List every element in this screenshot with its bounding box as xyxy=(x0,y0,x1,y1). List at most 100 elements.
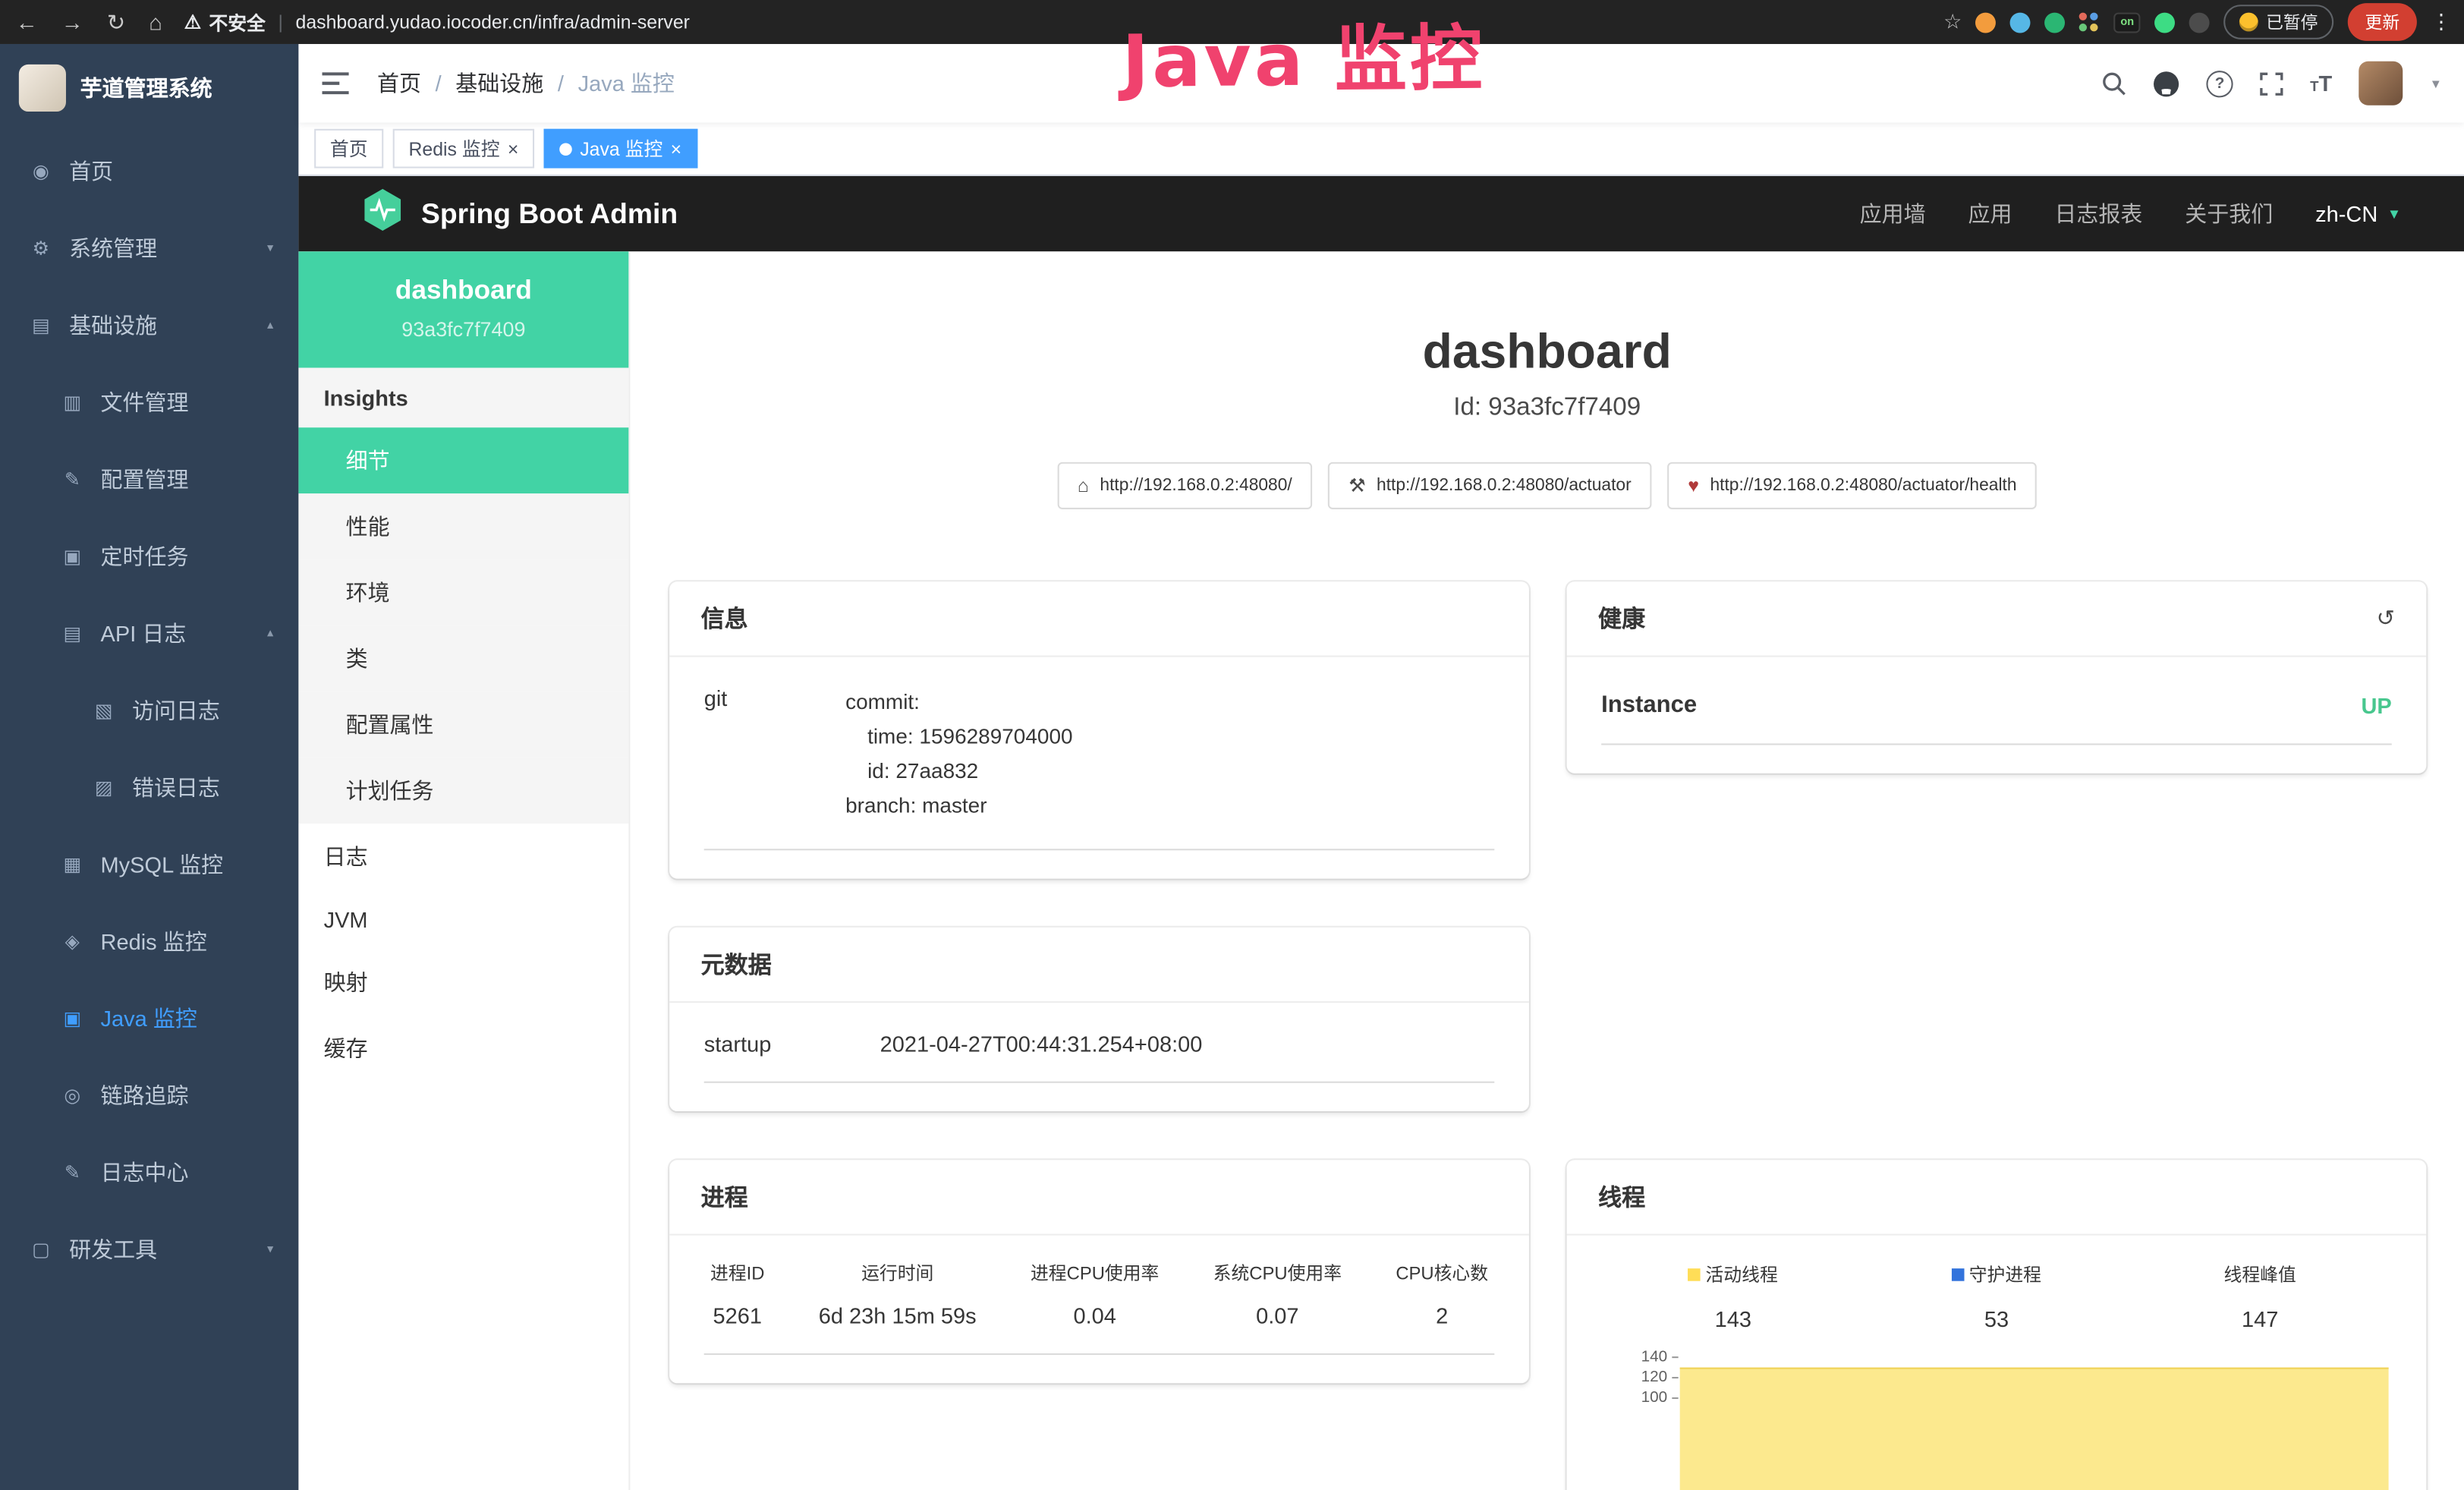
search-icon[interactable] xyxy=(2101,71,2126,96)
sba-menu-scheduled-tasks[interactable]: 计划任务 xyxy=(298,758,628,824)
breadcrumb-infrastructure[interactable]: 基础设施 xyxy=(455,68,543,99)
security-warning[interactable]: ⚠ 不安全 xyxy=(184,8,266,35)
ext-puzzle-icon[interactable] xyxy=(2189,12,2210,33)
service-url-link[interactable]: ⌂ http://192.168.0.2:48080/ xyxy=(1057,462,1313,509)
reload-icon[interactable]: ↻ xyxy=(107,8,125,35)
sba-menu-classes[interactable]: 类 xyxy=(298,625,628,691)
sidebar-item-config-management[interactable]: ✎ 配置管理 xyxy=(0,440,298,517)
sidebar-item-java-monitor[interactable]: ▣ Java 监控 xyxy=(0,979,298,1056)
sba-menu-mappings[interactable]: 映射 xyxy=(298,950,628,1016)
sidebar-item-trace[interactable]: ◎ 链路追踪 xyxy=(0,1057,298,1133)
help-icon[interactable]: ? xyxy=(2206,70,2233,96)
doc-icon: ▧ xyxy=(91,698,116,720)
file-icon: ▥ xyxy=(60,391,85,413)
actuator-url-link[interactable]: ⚒ http://192.168.0.2:48080/actuator xyxy=(1328,462,1651,509)
bookmark-star-icon[interactable]: ☆ xyxy=(1943,9,1962,34)
history-icon[interactable]: ↺ xyxy=(2377,605,2395,632)
chevron-down-icon: ▾ xyxy=(267,241,273,255)
sba-header: Spring Boot Admin 应用墙 应用 日志报表 关于我们 zh-CN… xyxy=(298,176,2464,251)
update-button[interactable]: 更新 xyxy=(2348,3,2417,41)
metadata-startup-row: startup 2021-04-27T00:44:31.254+08:00 xyxy=(704,1028,1495,1082)
hamburger-icon[interactable] xyxy=(323,72,349,94)
breadcrumb-home[interactable]: 首页 xyxy=(377,68,421,99)
tab-home[interactable]: 首页 xyxy=(314,129,383,169)
sba-instance-header[interactable]: dashboard 93a3fc7f7409 xyxy=(298,251,628,367)
forward-icon[interactable]: → xyxy=(61,9,83,34)
home-icon[interactable]: ⌂ xyxy=(149,9,162,34)
log-icon: ▤ xyxy=(60,622,85,644)
doc-icon: ▨ xyxy=(91,776,116,798)
threads-card: 线程 活动线程 143 守护进程 xyxy=(1567,1160,2427,1490)
ext-grid-icon[interactable] xyxy=(2080,12,2101,33)
sba-menu-config-props[interactable]: 配置属性 xyxy=(298,691,628,758)
sba-brand[interactable]: Spring Boot Admin xyxy=(421,197,678,230)
sidebar-item-dev-tools[interactable]: ▢ 研发工具 ▾ xyxy=(0,1211,298,1287)
sidebar-item-home[interactable]: ◉ 首页 xyxy=(0,132,298,209)
ext-fox-icon[interactable] xyxy=(1976,12,1997,33)
sba-menu-caches[interactable]: 缓存 xyxy=(298,1016,628,1082)
sba-sidebar: dashboard 93a3fc7f7409 Insights 细节 性能 环境… xyxy=(298,251,630,1490)
sidebar-item-redis-monitor[interactable]: ◈ Redis 监控 xyxy=(0,903,298,979)
tags-view-bar: 首页 Redis 监控 × Java 监控 × xyxy=(298,123,2464,176)
sidebar-item-access-logs[interactable]: ▧ 访问日志 xyxy=(0,671,298,748)
instance-links: ⌂ http://192.168.0.2:48080/ ⚒ http://192… xyxy=(630,462,2464,509)
sba-menu-details[interactable]: 细节 xyxy=(298,427,628,493)
github-icon[interactable] xyxy=(2153,70,2179,96)
sba-main: dashboard Id: 93a3fc7f7409 ⌂ http://192.… xyxy=(630,251,2464,1490)
info-card: 信息 git commit: time: 1596289704000 id: 2… xyxy=(669,581,1529,878)
health-card: 健康 ↺ Instance UP xyxy=(1567,581,2427,773)
info-git-row: git commit: time: 1596289704000 id: 27aa… xyxy=(704,682,1495,851)
sidebar-item-api-logs[interactable]: ▤ API 日志 ▴ xyxy=(0,594,298,671)
tab-java-monitor[interactable]: Java 监控 × xyxy=(544,129,697,169)
monitor-icon: ▤ xyxy=(28,313,53,335)
font-size-icon[interactable]: TT xyxy=(2310,71,2332,96)
redis-icon: ◈ xyxy=(60,930,85,952)
sba-nav-wall[interactable]: 应用墙 xyxy=(1860,198,1926,229)
ext-on-badge-icon[interactable]: on xyxy=(2114,12,2140,33)
chevron-up-icon: ▴ xyxy=(267,625,273,640)
legend-daemon-swatch xyxy=(1952,1268,1965,1281)
breadcrumb-current: Java 监控 xyxy=(578,68,675,99)
process-card: 进程 进程ID5261 运行时间6d 23h 15m 59s 进程CPU使用率0… xyxy=(669,1160,1529,1383)
ext-leaf-icon[interactable] xyxy=(2154,12,2175,33)
fullscreen-icon[interactable] xyxy=(2260,71,2283,95)
sidebar-item-system-management[interactable]: ⚙ 系统管理 ▾ xyxy=(0,209,298,285)
sba-menu-jvm[interactable]: JVM xyxy=(298,890,628,950)
sidebar-item-file-management[interactable]: ▥ 文件管理 xyxy=(0,363,298,439)
sba-nav-applications[interactable]: 应用 xyxy=(1968,198,2012,229)
sba-nav-journal[interactable]: 日志报表 xyxy=(2054,198,2142,229)
admin-sidebar: 芋道管理系统 ◉ 首页 ⚙ 系统管理 ▾ ▤ 基础设施 ▴ ▥ 文件管理 ✎ xyxy=(0,44,298,1490)
sidebar-item-error-logs[interactable]: ▨ 错误日志 xyxy=(0,748,298,825)
status-badge: UP xyxy=(2361,692,2391,717)
paused-badge[interactable]: 已暂停 xyxy=(2223,5,2333,39)
sba-logo-icon xyxy=(361,187,404,240)
sidebar-item-scheduled-jobs[interactable]: ▣ 定时任务 xyxy=(0,517,298,594)
close-icon[interactable]: × xyxy=(508,139,519,158)
sba-nav-about[interactable]: 关于我们 xyxy=(2185,198,2273,229)
emoji-face-icon xyxy=(2239,13,2258,32)
close-icon[interactable]: × xyxy=(671,139,682,158)
ext-green-circle-icon[interactable] xyxy=(2045,12,2066,33)
sidebar-item-log-center[interactable]: ✎ 日志中心 xyxy=(0,1133,298,1210)
user-caret-icon[interactable]: ▼ xyxy=(2430,76,2442,90)
health-url-link[interactable]: ♥ http://192.168.0.2:48080/actuator/heal… xyxy=(1667,462,2037,509)
avatar[interactable] xyxy=(2359,61,2403,106)
threads-legend-row: 活动线程 143 守护进程 53 线程峰值 xyxy=(1601,1261,2392,1347)
app-logo[interactable]: 芋道管理系统 xyxy=(0,44,298,132)
sba-menu-logs[interactable]: 日志 xyxy=(298,824,628,890)
ext-drop-icon[interactable] xyxy=(2010,12,2031,33)
url-text[interactable]: dashboard.yudao.iocoder.cn/infra/admin-s… xyxy=(296,11,690,33)
sba-menu-environment[interactable]: 环境 xyxy=(298,559,628,625)
sidebar-item-infrastructure[interactable]: ▤ 基础设施 ▴ xyxy=(0,286,298,363)
screen: ← → ↻ ⌂ ⚠ 不安全 | dashboard.yudao.iocoder.… xyxy=(0,0,2464,1490)
browser-menu-icon[interactable]: ⋮ xyxy=(2431,9,2452,34)
instance-title: dashboard xyxy=(630,324,2464,381)
sidebar-item-mysql-monitor[interactable]: ▦ MySQL 监控 xyxy=(0,825,298,902)
tab-redis-monitor[interactable]: Redis 监控 × xyxy=(393,129,534,169)
sba-locale-select[interactable]: zh-CN ▼ xyxy=(2315,201,2401,226)
sba-menu-performance[interactable]: 性能 xyxy=(298,493,628,559)
chevron-up-icon: ▴ xyxy=(267,317,273,332)
home-icon: ⌂ xyxy=(1078,474,1089,496)
back-icon[interactable]: ← xyxy=(16,9,38,34)
address-bar[interactable]: ⚠ 不安全 | dashboard.yudao.iocoder.cn/infra… xyxy=(184,8,690,35)
